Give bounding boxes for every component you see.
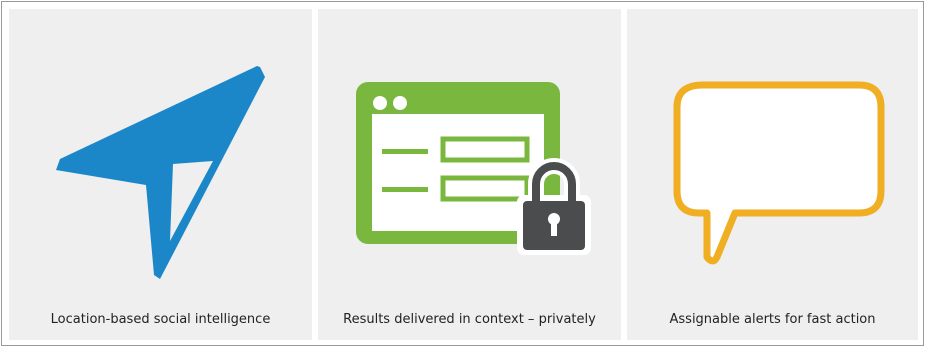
- private-browser-window-icon: [356, 82, 591, 255]
- window-dot-icon: [373, 96, 387, 110]
- feature-caption: Assignable alerts for fast action: [669, 312, 876, 327]
- feature-panel-location: Location-based social intelligence: [9, 9, 312, 340]
- window-dot-icon: [393, 96, 407, 110]
- feature-caption: Results delivered in context – privately: [343, 312, 596, 327]
- feature-caption: Location-based social intelligence: [50, 312, 271, 327]
- location-arrow-icon: [56, 66, 265, 279]
- feature-strip: Location-based social intelligence Resul…: [1, 1, 924, 346]
- feature-panel-alerts: Assignable alerts for fast action: [627, 9, 918, 340]
- speech-bubble-icon: [673, 81, 885, 265]
- feature-panel-private-results: Results delivered in context – privately: [318, 9, 621, 340]
